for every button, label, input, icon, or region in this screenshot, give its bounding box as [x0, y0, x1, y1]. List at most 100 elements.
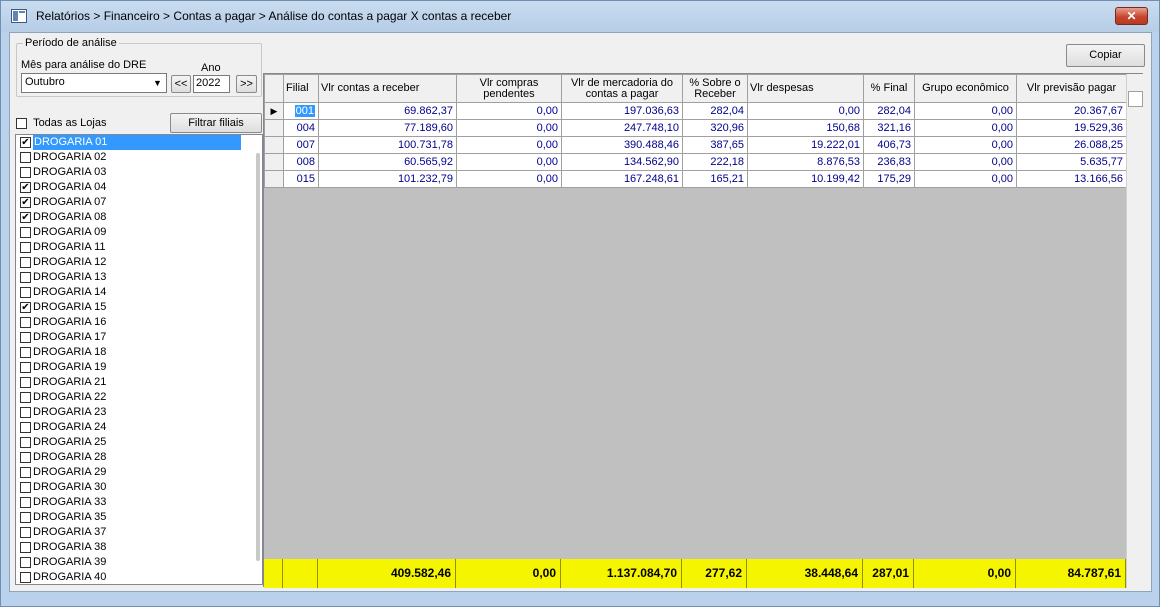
- table-cell[interactable]: 390.488,46: [561, 136, 683, 154]
- store-checkbox[interactable]: [20, 541, 31, 553]
- table-cell[interactable]: 100.731,78: [318, 136, 457, 154]
- column-header[interactable]: Vlr previsão pagar: [1016, 74, 1127, 103]
- store-item[interactable]: DROGARIA 30: [16, 480, 262, 495]
- chevron-down-icon[interactable]: ▼: [150, 75, 165, 91]
- column-header[interactable]: Filial: [283, 74, 319, 103]
- store-item[interactable]: ✔ DROGARIA 07: [16, 195, 262, 210]
- store-checkbox[interactable]: [20, 571, 31, 583]
- results-grid[interactable]: Filial Vlr contas a receber Vlr compras pe…: [263, 73, 1143, 588]
- store-checkbox[interactable]: ✔: [20, 211, 31, 223]
- store-checkbox[interactable]: ✔: [20, 196, 31, 208]
- row-indicator[interactable]: [264, 119, 284, 137]
- row-indicator[interactable]: [264, 170, 284, 188]
- table-cell[interactable]: 001: [283, 102, 319, 120]
- store-checkbox[interactable]: ✔: [20, 301, 31, 313]
- store-checkbox[interactable]: [20, 346, 31, 358]
- store-item[interactable]: DROGARIA 12: [16, 255, 262, 270]
- prev-year-button[interactable]: <<: [171, 75, 191, 93]
- table-cell[interactable]: 150,68: [747, 119, 864, 137]
- todas-lojas-checkbox[interactable]: Todas as Lojas: [16, 117, 106, 129]
- table-cell[interactable]: 321,16: [863, 119, 915, 137]
- table-cell[interactable]: 0,00: [456, 153, 562, 171]
- table-cell[interactable]: 0,00: [914, 102, 1017, 120]
- table-cell[interactable]: 165,21: [682, 170, 748, 188]
- store-checkbox[interactable]: [20, 361, 31, 373]
- table-cell[interactable]: 26.088,25: [1016, 136, 1127, 154]
- column-header[interactable]: Vlr de mercadoria do contas a pagar: [561, 74, 683, 103]
- table-cell[interactable]: 5.635,77: [1016, 153, 1127, 171]
- next-year-button[interactable]: >>: [236, 75, 257, 93]
- table-cell[interactable]: 19.529,36: [1016, 119, 1127, 137]
- store-checkbox[interactable]: ✔: [20, 181, 31, 193]
- store-checkbox[interactable]: [20, 286, 31, 298]
- store-checkbox[interactable]: [20, 436, 31, 448]
- table-cell[interactable]: 10.199,42: [747, 170, 864, 188]
- grid-vertical-scrollbar[interactable]: [1126, 74, 1143, 588]
- store-item[interactable]: ✔ DROGARIA 04: [16, 180, 262, 195]
- table-cell[interactable]: 175,29: [863, 170, 915, 188]
- store-item[interactable]: DROGARIA 38: [16, 540, 262, 555]
- table-cell[interactable]: 222,18: [682, 153, 748, 171]
- store-item[interactable]: DROGARIA 40: [16, 570, 262, 584]
- grid-scroll-thumb[interactable]: [1128, 91, 1143, 107]
- store-list[interactable]: ✔ DROGARIA 01 DROGARIA 02 DROGARIA 03 ✔ DROGA…: [15, 134, 263, 585]
- ano-input[interactable]: 2022: [193, 75, 230, 93]
- store-item[interactable]: DROGARIA 33: [16, 495, 262, 510]
- table-cell[interactable]: 007: [283, 136, 319, 154]
- store-checkbox[interactable]: [20, 421, 31, 433]
- store-item[interactable]: DROGARIA 17: [16, 330, 262, 345]
- table-cell[interactable]: 167.248,61: [561, 170, 683, 188]
- store-item[interactable]: DROGARIA 35: [16, 510, 262, 525]
- store-checkbox[interactable]: [20, 496, 31, 508]
- table-cell[interactable]: 387,65: [682, 136, 748, 154]
- table-cell[interactable]: 13.166,56: [1016, 170, 1127, 188]
- store-checkbox[interactable]: [20, 526, 31, 538]
- table-cell[interactable]: 0,00: [456, 170, 562, 188]
- store-checkbox[interactable]: [20, 166, 31, 178]
- column-header[interactable]: Vlr contas a receber: [318, 74, 457, 103]
- store-item[interactable]: DROGARIA 03: [16, 165, 262, 180]
- store-item[interactable]: DROGARIA 16: [16, 315, 262, 330]
- store-item[interactable]: DROGARIA 21: [16, 375, 262, 390]
- table-cell[interactable]: 0,00: [456, 119, 562, 137]
- row-indicator[interactable]: [264, 153, 284, 171]
- store-checkbox[interactable]: [20, 451, 31, 463]
- table-cell[interactable]: 101.232,79: [318, 170, 457, 188]
- store-item[interactable]: DROGARIA 19: [16, 360, 262, 375]
- store-checkbox[interactable]: [20, 151, 31, 163]
- table-cell[interactable]: 0,00: [914, 136, 1017, 154]
- store-item[interactable]: ✔ DROGARIA 01: [16, 135, 262, 150]
- store-item[interactable]: DROGARIA 29: [16, 465, 262, 480]
- store-checkbox[interactable]: [20, 481, 31, 493]
- column-header[interactable]: Vlr despesas: [747, 74, 864, 103]
- table-cell[interactable]: 134.562,90: [561, 153, 683, 171]
- store-checkbox[interactable]: [20, 241, 31, 253]
- table-cell[interactable]: 247.748,10: [561, 119, 683, 137]
- table-row[interactable]: 004 77.189,60 0,00 247.748,10 320,96 150,68 32…: [264, 119, 1127, 137]
- table-cell[interactable]: 406,73: [863, 136, 915, 154]
- table-cell[interactable]: 0,00: [456, 102, 562, 120]
- table-cell[interactable]: 69.862,37: [318, 102, 457, 120]
- store-item[interactable]: DROGARIA 11: [16, 240, 262, 255]
- store-checkbox[interactable]: [20, 256, 31, 268]
- table-cell[interactable]: 77.189,60: [318, 119, 457, 137]
- store-checkbox[interactable]: [20, 511, 31, 523]
- store-item[interactable]: ✔ DROGARIA 08: [16, 210, 262, 225]
- column-header[interactable]: % Sobre o Receber: [682, 74, 748, 103]
- column-header[interactable]: Vlr compras pendentes: [456, 74, 562, 103]
- column-header[interactable]: Grupo econômico: [914, 74, 1017, 103]
- table-row[interactable]: ▶ 001 69.862,37 0,00 197.036,63 282,04 0,00 282…: [264, 102, 1127, 120]
- store-checkbox[interactable]: [20, 331, 31, 343]
- store-item[interactable]: DROGARIA 28: [16, 450, 262, 465]
- store-checkbox[interactable]: [20, 466, 31, 478]
- store-checkbox[interactable]: [20, 376, 31, 388]
- row-indicator[interactable]: [264, 136, 284, 154]
- store-item[interactable]: DROGARIA 02: [16, 150, 262, 165]
- table-cell[interactable]: 8.876,53: [747, 153, 864, 171]
- store-item[interactable]: ✔ DROGARIA 15: [16, 300, 262, 315]
- table-row[interactable]: 008 60.565,92 0,00 134.562,90 222,18 8.876,53…: [264, 153, 1127, 171]
- table-cell[interactable]: 008: [283, 153, 319, 171]
- store-list-scrollbar[interactable]: [256, 153, 260, 561]
- table-cell[interactable]: 0,00: [914, 153, 1017, 171]
- table-cell[interactable]: 320,96: [682, 119, 748, 137]
